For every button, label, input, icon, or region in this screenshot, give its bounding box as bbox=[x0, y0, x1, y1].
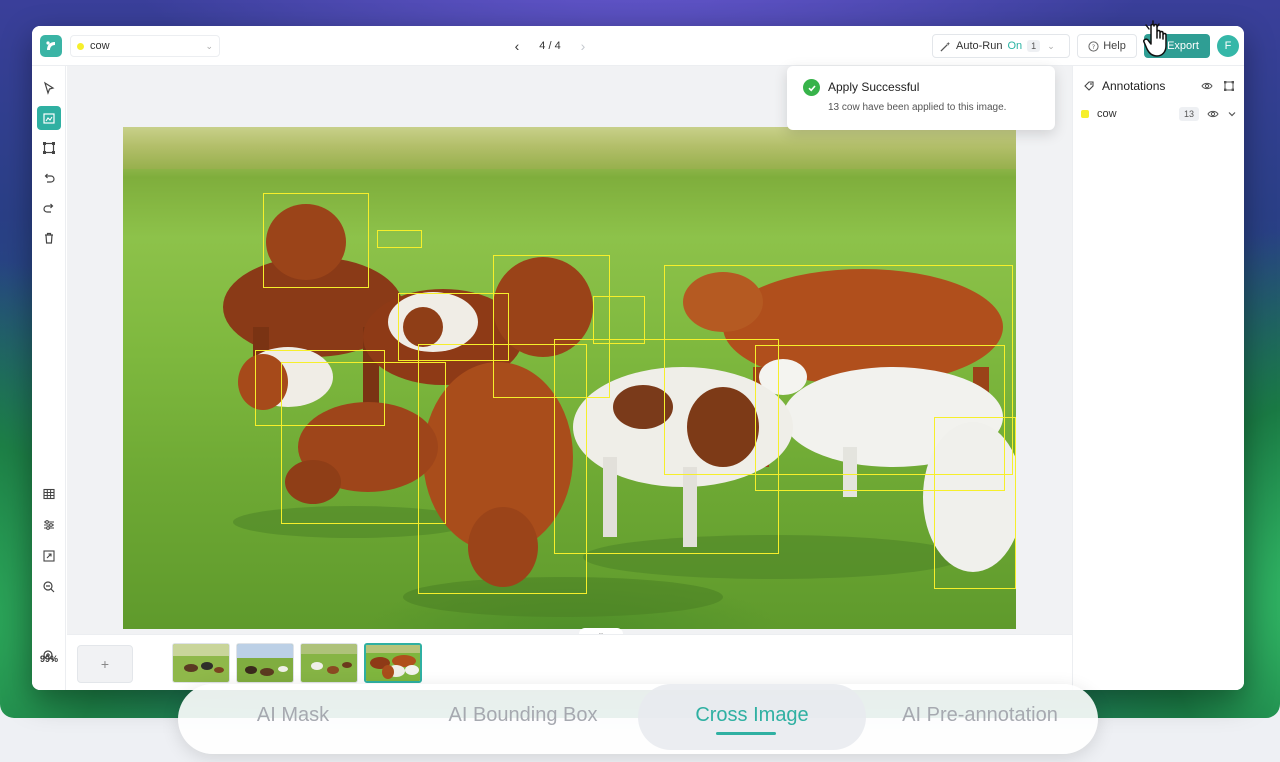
chevron-down-icon[interactable] bbox=[1227, 109, 1237, 119]
add-image-button[interactable]: + bbox=[77, 645, 133, 683]
app-logo-icon[interactable] bbox=[40, 35, 62, 57]
annotation-app-window: cow ⌄ ‹ 4 / 4 › Auto-Run On 1 ⌄ ? Help E… bbox=[32, 26, 1244, 690]
auto-run-label: Auto-Run bbox=[956, 40, 1003, 52]
svg-text:?: ? bbox=[1092, 42, 1095, 50]
eye-icon[interactable] bbox=[1201, 80, 1213, 92]
label-class-value: cow bbox=[90, 40, 110, 52]
tab-ai-pre-annotation[interactable]: AI Pre-annotation bbox=[882, 704, 1078, 732]
select-arrow-icon bbox=[43, 81, 55, 95]
ai-annotate-tool-button[interactable] bbox=[37, 106, 61, 130]
cow-bounding-box[interactable] bbox=[243, 352, 261, 370]
bounding-box-icon bbox=[43, 142, 55, 154]
auto-run-count: 1 bbox=[1027, 40, 1041, 52]
cow-bounding-box[interactable] bbox=[377, 230, 422, 248]
user-avatar[interactable]: F bbox=[1217, 35, 1239, 57]
cow-bounding-box[interactable] bbox=[593, 296, 645, 344]
image-thumbnail[interactable] bbox=[300, 643, 358, 683]
fit-screen-button[interactable] bbox=[37, 544, 61, 568]
annotation-canvas[interactable]: ⌄ bbox=[67, 66, 1072, 638]
pointer-hand-cursor-icon bbox=[1143, 20, 1167, 57]
class-color-swatch bbox=[1081, 110, 1089, 118]
cows-image[interactable] bbox=[123, 127, 1016, 629]
cow-bounding-box[interactable] bbox=[255, 350, 385, 426]
label-color-swatch bbox=[77, 42, 84, 50]
image-filmstrip: + bbox=[67, 634, 1072, 690]
cow-bounding-box[interactable] bbox=[263, 193, 369, 288]
grid-icon bbox=[43, 488, 55, 500]
annotations-panel: Annotations cow 13 bbox=[1072, 66, 1244, 690]
previous-image-button[interactable]: ‹ bbox=[510, 38, 524, 54]
zoom-in-button[interactable] bbox=[37, 644, 61, 668]
bounding-box-icon[interactable] bbox=[1223, 80, 1235, 92]
zoom-in-icon bbox=[43, 650, 55, 662]
annotation-class-label: cow bbox=[1097, 108, 1117, 120]
magic-wand-icon bbox=[940, 41, 951, 52]
ai-annotate-icon bbox=[43, 113, 55, 124]
help-label: Help bbox=[1103, 40, 1126, 52]
sliders-icon bbox=[44, 520, 54, 530]
tab-ai-bounding-box[interactable]: AI Bounding Box bbox=[436, 704, 610, 732]
toast-title: Apply Successful bbox=[828, 80, 920, 94]
bounding-box-tool-button[interactable] bbox=[37, 136, 61, 160]
image-thumbnail[interactable] bbox=[236, 643, 294, 683]
undo-button[interactable] bbox=[37, 166, 61, 190]
chevron-down-icon[interactable]: ⌄ bbox=[1047, 41, 1055, 52]
toast-message: 13 cow have been applied to this image. bbox=[828, 102, 1007, 113]
tag-icon bbox=[1084, 81, 1094, 91]
feature-tab-bar: AI Mask AI Bounding Box Cross Image AI P… bbox=[178, 684, 1098, 754]
chevron-down-icon: ⌄ bbox=[205, 40, 213, 51]
image-pager: ‹ 4 / 4 › bbox=[510, 36, 590, 56]
left-toolbar: 99% bbox=[32, 66, 66, 690]
redo-button[interactable] bbox=[37, 196, 61, 220]
tab-cross-image[interactable]: Cross Image bbox=[672, 704, 832, 732]
adjustments-button[interactable] bbox=[37, 513, 61, 537]
redo-icon bbox=[43, 203, 54, 213]
auto-run-state: On bbox=[1007, 40, 1023, 52]
tab-ai-mask[interactable]: AI Mask bbox=[238, 704, 348, 732]
cow-bounding-box[interactable] bbox=[554, 339, 779, 554]
annotations-title: Annotations bbox=[1102, 79, 1166, 93]
delete-icon bbox=[45, 232, 53, 244]
help-circle-icon: ? bbox=[1088, 40, 1099, 52]
annotation-class-row[interactable]: cow 13 bbox=[1081, 104, 1237, 124]
zoom-out-button[interactable] bbox=[37, 575, 61, 599]
apply-success-toast: Apply Successful 13 cow have been applie… bbox=[787, 66, 1055, 130]
fit-screen-icon bbox=[43, 550, 55, 562]
active-tab-underline bbox=[716, 732, 776, 735]
image-thumbnail-selected[interactable] bbox=[364, 643, 422, 683]
image-thumbnail[interactable] bbox=[172, 643, 230, 683]
select-tool-button[interactable] bbox=[37, 76, 61, 100]
undo-icon bbox=[44, 173, 55, 183]
delete-button[interactable] bbox=[37, 226, 61, 250]
page-indicator: 4 / 4 bbox=[539, 40, 561, 52]
auto-run-toggle[interactable]: Auto-Run On 1 ⌄ bbox=[932, 34, 1070, 58]
eye-icon[interactable] bbox=[1207, 108, 1219, 120]
cow-bounding-box[interactable] bbox=[934, 417, 1016, 589]
help-button[interactable]: ? Help bbox=[1077, 34, 1137, 58]
label-class-select[interactable]: cow ⌄ bbox=[70, 35, 220, 57]
annotation-count-badge: 13 bbox=[1178, 107, 1199, 121]
top-bar: cow ⌄ ‹ 4 / 4 › Auto-Run On 1 ⌄ ? Help E… bbox=[32, 26, 1244, 66]
grid-toggle-button[interactable] bbox=[37, 482, 61, 506]
check-circle-icon bbox=[803, 79, 820, 96]
zoom-out-icon bbox=[43, 581, 55, 593]
next-image-button[interactable]: › bbox=[576, 38, 590, 54]
annotations-header: Annotations bbox=[1083, 76, 1235, 96]
